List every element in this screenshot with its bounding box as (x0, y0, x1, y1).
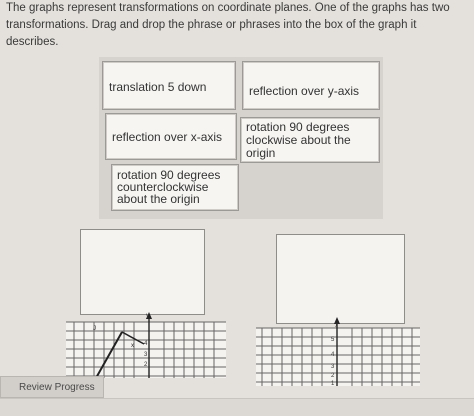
instructions-text: The graphs represent transformations on … (6, 2, 450, 48)
tile-translation-5-down[interactable]: translation 5 down (102, 61, 236, 110)
left-y-axis-label: y (146, 313, 149, 319)
coordinate-plane-left: y J x 4 3 2 (66, 312, 226, 378)
review-progress-button[interactable]: Review Progress (0, 376, 104, 398)
left-x-label: x (131, 343, 134, 349)
tile-rotation-90-counterclockwise[interactable]: rotation 90 degrees counterclockwise abo… (111, 164, 239, 211)
phrase-bank: translation 5 down reflection over y-axi… (99, 57, 383, 219)
drop-box-left-graph[interactable] (80, 229, 205, 315)
footer-bar (0, 398, 474, 416)
coordinate-plane-right: y 5 4 3 2 1 (256, 317, 420, 386)
left-point-label: J (93, 326, 96, 332)
drop-box-right-graph[interactable] (276, 234, 405, 324)
right-y-axis-label: y (335, 321, 338, 327)
tile-reflection-over-x-axis[interactable]: reflection over x-axis (105, 113, 237, 160)
tile-rotation-90-clockwise[interactable]: rotation 90 degrees clockwise about the … (240, 117, 380, 163)
tile-reflection-over-y-axis[interactable]: reflection over y-axis (242, 61, 380, 110)
